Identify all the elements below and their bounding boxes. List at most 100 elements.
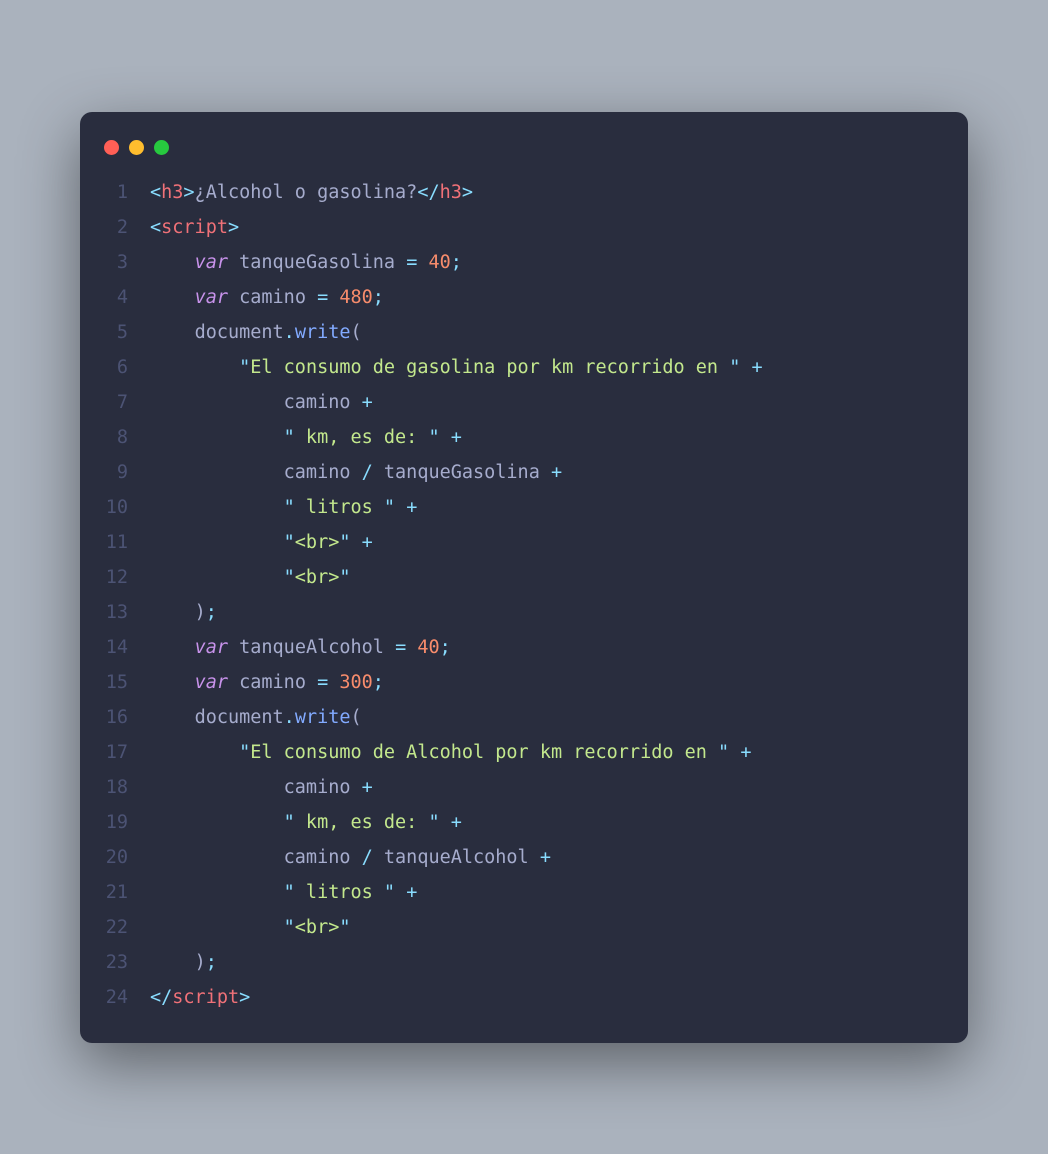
- token-op: =: [317, 287, 328, 308]
- token-del: ": [428, 812, 439, 833]
- code-line: 4 var camino = 480;: [80, 280, 940, 315]
- code-line: 18 camino +: [80, 770, 940, 805]
- token-text: [384, 637, 395, 658]
- token-del: ;: [373, 287, 384, 308]
- token-ident: camino: [239, 287, 306, 308]
- token-text: [306, 287, 317, 308]
- token-ident: camino: [239, 672, 306, 693]
- token-op: +: [551, 462, 562, 483]
- line-content: );: [150, 945, 940, 980]
- line-content: " km, es de: " +: [150, 420, 940, 455]
- line-number: 6: [80, 350, 150, 385]
- token-text: [740, 357, 751, 378]
- token-op: =: [406, 252, 417, 273]
- token-text: [150, 567, 284, 588]
- code-editor[interactable]: 1<h3>¿Alcohol o gasolina?</h3>2<script>3…: [80, 175, 968, 1015]
- token-del: ;: [440, 637, 451, 658]
- token-obj: document: [195, 322, 284, 343]
- token-text: [150, 357, 239, 378]
- token-punct: >: [228, 217, 239, 238]
- token-text: [150, 672, 195, 693]
- token-del: ": [239, 742, 250, 763]
- code-line: 3 var tanqueGasolina = 40;: [80, 245, 940, 280]
- token-op: +: [362, 532, 373, 553]
- token-text: [350, 392, 361, 413]
- token-str: <br>: [295, 532, 340, 553]
- line-number: 3: [80, 245, 150, 280]
- token-tag: script: [161, 217, 228, 238]
- line-number: 4: [80, 280, 150, 315]
- token-del: ": [384, 882, 395, 903]
- line-content: var tanqueGasolina = 40;: [150, 245, 940, 280]
- token-text: [228, 287, 239, 308]
- line-number: 5: [80, 315, 150, 350]
- token-op: +: [751, 357, 762, 378]
- token-del: ": [284, 427, 295, 448]
- token-text: [150, 777, 284, 798]
- token-text: [150, 462, 284, 483]
- code-line: 6 "El consumo de gasolina por km recorri…: [80, 350, 940, 385]
- token-del: ": [284, 882, 295, 903]
- token-ident: tanqueAlcohol: [239, 637, 384, 658]
- line-content: camino +: [150, 770, 940, 805]
- token-del: ;: [206, 952, 217, 973]
- token-ident: tanqueGasolina: [239, 252, 395, 273]
- token-del: ": [339, 532, 350, 553]
- line-content: "<br>": [150, 910, 940, 945]
- token-method: write: [295, 707, 351, 728]
- token-text: [228, 637, 239, 658]
- token-text: [350, 777, 361, 798]
- zoom-icon[interactable]: [154, 140, 169, 155]
- token-text: [150, 532, 284, 553]
- close-icon[interactable]: [104, 140, 119, 155]
- token-text: [150, 847, 284, 868]
- token-str: El consumo de Alcohol por km recorrido e…: [250, 742, 718, 763]
- token-text: [150, 812, 284, 833]
- token-op: /: [362, 462, 373, 483]
- token-del: ;: [451, 252, 462, 273]
- token-str: litros: [295, 497, 384, 518]
- line-number: 22: [80, 910, 150, 945]
- token-text: [150, 252, 195, 273]
- token-method: write: [295, 322, 351, 343]
- token-ident: camino: [284, 392, 351, 413]
- token-num: 300: [339, 672, 372, 693]
- code-line: 13 );: [80, 595, 940, 630]
- line-content: var camino = 300;: [150, 665, 940, 700]
- line-number: 13: [80, 595, 150, 630]
- line-number: 21: [80, 875, 150, 910]
- token-op: +: [406, 497, 417, 518]
- token-text: [150, 707, 195, 728]
- token-punct: </: [150, 987, 172, 1008]
- token-del: ": [339, 917, 350, 938]
- line-number: 24: [80, 980, 150, 1015]
- line-content: camino / tanqueAlcohol +: [150, 840, 940, 875]
- token-text: [150, 917, 284, 938]
- line-content: <script>: [150, 210, 940, 245]
- line-content: "El consumo de gasolina por km recorrido…: [150, 350, 940, 385]
- token-op: +: [451, 427, 462, 448]
- line-content: "El consumo de Alcohol por km recorrido …: [150, 735, 940, 770]
- token-paren: ): [195, 952, 206, 973]
- line-content: " litros " +: [150, 490, 940, 525]
- line-number: 16: [80, 700, 150, 735]
- token-num: 40: [428, 252, 450, 273]
- token-text: [150, 497, 284, 518]
- code-line: 21 " litros " +: [80, 875, 940, 910]
- token-paren: ): [195, 602, 206, 623]
- line-number: 19: [80, 805, 150, 840]
- token-ident: camino: [284, 462, 351, 483]
- token-text: [395, 497, 406, 518]
- token-text: [228, 672, 239, 693]
- minimize-icon[interactable]: [129, 140, 144, 155]
- token-text: [529, 847, 540, 868]
- line-content: <h3>¿Alcohol o gasolina?</h3>: [150, 175, 940, 210]
- token-num: 40: [417, 637, 439, 658]
- token-text: [440, 812, 451, 833]
- token-text: [395, 882, 406, 903]
- token-del: ": [239, 357, 250, 378]
- line-content: document.write(: [150, 315, 940, 350]
- code-line: 17 "El consumo de Alcohol por km recorri…: [80, 735, 940, 770]
- line-number: 9: [80, 455, 150, 490]
- token-num: 480: [339, 287, 372, 308]
